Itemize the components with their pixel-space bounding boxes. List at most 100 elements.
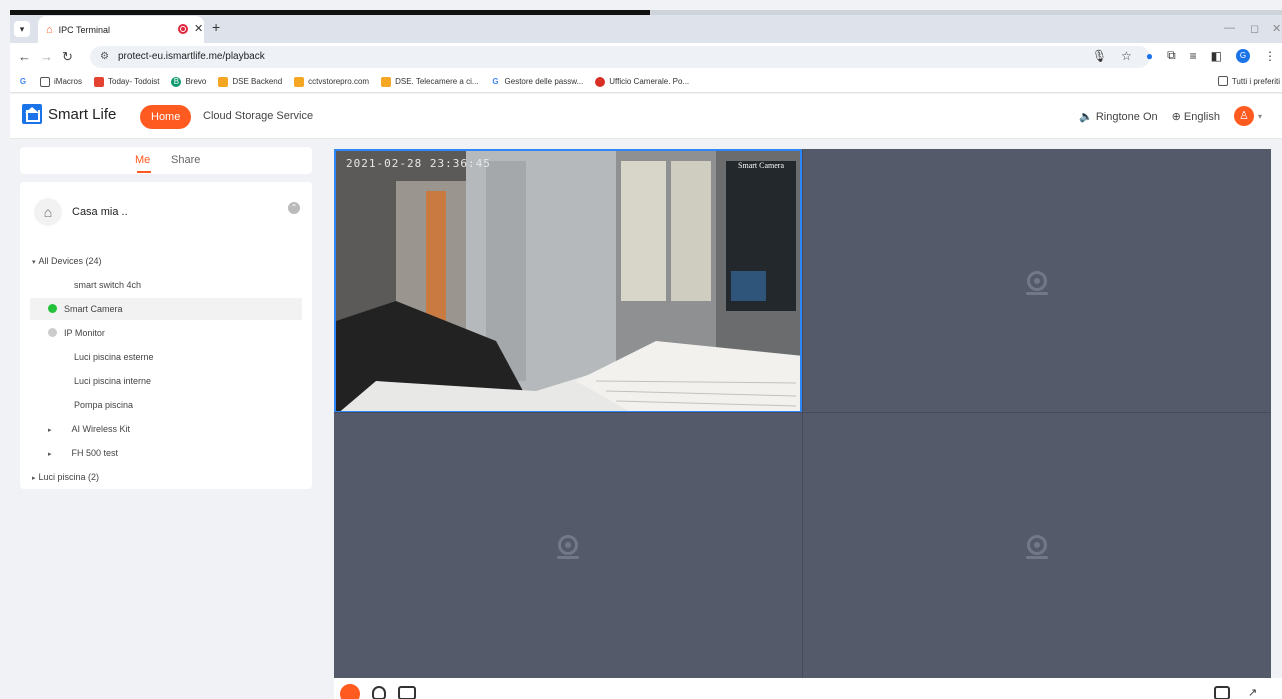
grid-divider-horizontal — [334, 412, 1271, 413]
speaker-icon: 🔈 — [1079, 110, 1093, 123]
video-camera-label: Smart Camera — [738, 161, 784, 170]
collapse-icon[interactable]: ⌃ — [288, 202, 300, 214]
back-icon[interactable]: ← — [18, 49, 31, 64]
smartlife-favicon-icon: ⌂ — [46, 23, 53, 36]
bookmark-item-4[interactable]: cctvstorepro.com — [294, 76, 369, 87]
browser-toolbar-icons: 🎙 ☆ ● ⧉ ≡ ◧ G ⋮ — [1092, 48, 1276, 63]
device-tree-item[interactable]: Pompa piscina — [30, 394, 302, 416]
device-tree-item[interactable]: smart switch 4ch — [30, 274, 302, 296]
screenshot-icon[interactable] — [398, 686, 416, 699]
device-tree-item[interactable]: ▾ All Devices (24) — [30, 250, 302, 272]
site-info-icon[interactable]: ⚙ — [100, 46, 109, 68]
device-tree-item[interactable]: Luci piscina interne — [30, 370, 302, 392]
home-name: Casa mia .. — [72, 206, 128, 218]
reading-list-icon[interactable]: ≡ — [1190, 49, 1197, 63]
google-icon: G — [490, 76, 501, 87]
brand-name: Smart Life — [48, 105, 117, 123]
cloud-storage-link[interactable]: Cloud Storage Service — [203, 110, 313, 122]
device-tree-label: All Devices (24) — [38, 256, 102, 266]
video-cell-3[interactable] — [334, 413, 802, 677]
tab-search-icon[interactable]: ▾ — [14, 21, 30, 37]
profile-icon[interactable]: G — [1236, 48, 1250, 63]
camera-placeholder-icon — [1026, 271, 1048, 295]
menu-kebab-icon[interactable]: ⋮ — [1264, 49, 1276, 63]
device-tree-item[interactable]: ▸ FH 500 test — [30, 442, 302, 464]
dse-icon — [294, 76, 305, 87]
dse-icon — [381, 76, 392, 87]
grid-layout-icon[interactable] — [1214, 686, 1230, 699]
online-camera-icon — [48, 304, 57, 313]
device-tree-item[interactable]: Smart Camera — [30, 298, 302, 320]
bookmark-item-0[interactable]: iMacros — [40, 76, 82, 87]
caret-right-icon[interactable]: ▸ — [48, 451, 52, 458]
close-tab-icon[interactable]: ✕ — [194, 22, 203, 35]
chevron-down-icon: ▾ — [1257, 111, 1262, 121]
folder-icon — [40, 76, 50, 87]
bookmark-item-3[interactable]: DSE Backend — [218, 76, 282, 87]
device-tree-item[interactable]: ▸ Luci piscina (2) — [30, 466, 302, 488]
playback-toolbar: ↗ — [334, 678, 1282, 699]
extension-icon[interactable]: ● — [1146, 49, 1153, 63]
avatar-icon: ♙ — [1233, 106, 1254, 126]
all-bookmarks-folder[interactable]: Tutti i preferiti — [1217, 76, 1280, 86]
device-tree-label: Smart Camera — [64, 304, 123, 314]
device-tree-label: Pompa piscina — [74, 400, 134, 410]
device-tree-label: AI Wireless Kit — [71, 424, 131, 434]
home-selector[interactable]: ⌂ Casa mia .. — [34, 198, 128, 226]
tab-me[interactable]: Me — [135, 154, 152, 173]
device-tree-item[interactable]: ▸ AI Wireless Kit — [30, 418, 302, 440]
caret-down-icon[interactable]: ▾ — [32, 259, 36, 266]
language-selector[interactable]: ⊕ English — [1172, 110, 1220, 123]
bookmark-item-5[interactable]: DSE. Telecamere a ci... — [381, 76, 479, 87]
brand-logo[interactable]: Smart Life — [22, 104, 116, 124]
camera-feed[interactable]: 2021-02-28 23:36:45 Smart Camera — [334, 149, 802, 413]
video-grid: 2021-02-28 23:36:45 Smart Camera — [334, 149, 1271, 678]
close-window-icon[interactable]: ✕ — [1272, 22, 1281, 35]
bookmark-star-icon[interactable]: ☆ — [1121, 49, 1132, 63]
home-button[interactable]: Home — [140, 105, 192, 129]
restore-icon[interactable]: ◻ — [1250, 22, 1259, 35]
device-tree-item[interactable]: IP Monitor — [30, 322, 302, 344]
device-tree-label: IP Monitor — [64, 328, 105, 338]
ringtone-toggle[interactable]: 🔈 Ringtone On — [1079, 110, 1158, 123]
forward-icon[interactable]: → — [40, 49, 53, 64]
brevo-icon: B — [171, 76, 182, 87]
device-tree-label: smart switch 4ch — [74, 280, 142, 290]
smartlife-logo-icon — [22, 104, 42, 124]
video-cell-2[interactable] — [803, 149, 1271, 413]
tab-title: IPC Terminal — [58, 24, 111, 35]
camera-placeholder-icon — [1026, 535, 1048, 559]
playback-mode-icon[interactable] — [340, 684, 360, 699]
device-tree-item[interactable]: Luci piscina esterne — [30, 346, 302, 368]
bookmark-item-6[interactable]: G Gestore delle passw... — [490, 76, 583, 87]
minimize-icon[interactable]: — — [1224, 22, 1235, 34]
device-tree-label: Luci piscina interne — [74, 376, 152, 386]
bookmark-item-2[interactable]: B Brevo — [171, 76, 206, 87]
alarm-bell-icon[interactable] — [372, 686, 386, 699]
caret-right-icon[interactable]: ▸ — [32, 475, 36, 482]
microphone-icon[interactable]: 🎙 — [1092, 49, 1107, 63]
video-cell-1[interactable]: 2021-02-28 23:36:45 Smart Camera — [334, 149, 802, 413]
device-panel: ⌂ Casa mia .. ⌃ ▾ All Devices (24) smart s… — [20, 182, 312, 489]
fullscreen-icon[interactable]: ↗ — [1248, 686, 1257, 699]
folder-icon — [1217, 76, 1228, 86]
browser-tab[interactable]: ⌂ IPC Terminal ✕ — [38, 16, 204, 43]
tab-share[interactable]: Share — [171, 154, 200, 166]
caret-right-icon[interactable]: ▸ — [48, 427, 52, 434]
device-tree-label: Luci piscina esterne — [74, 352, 154, 362]
reload-icon[interactable]: ↻ — [62, 49, 73, 65]
user-menu[interactable]: ♙ ▾ — [1233, 106, 1262, 126]
bookmark-item-1[interactable]: Today- Todoist — [94, 76, 159, 87]
puzzle-icon[interactable]: ⧉ — [1167, 48, 1176, 63]
address-bar: ← → ↻ ⚙ protect-eu.ismartlife.me/playbac… — [10, 43, 1282, 71]
url-field[interactable]: ⚙ protect-eu.ismartlife.me/playback — [90, 46, 1150, 68]
side-panel-icon[interactable]: ◧ — [1211, 49, 1222, 63]
bookmark-item-7[interactable]: Ufficio Camerale. Po... — [595, 76, 689, 87]
dse-icon — [218, 76, 229, 87]
ufficio-icon — [595, 76, 606, 87]
grid-divider-vertical — [802, 149, 803, 678]
new-tab-icon[interactable]: + — [212, 19, 220, 35]
video-cell-4[interactable] — [803, 413, 1271, 677]
bookmark-google[interactable]: G — [18, 76, 28, 87]
device-tree-label: Luci piscina (2) — [38, 472, 100, 482]
